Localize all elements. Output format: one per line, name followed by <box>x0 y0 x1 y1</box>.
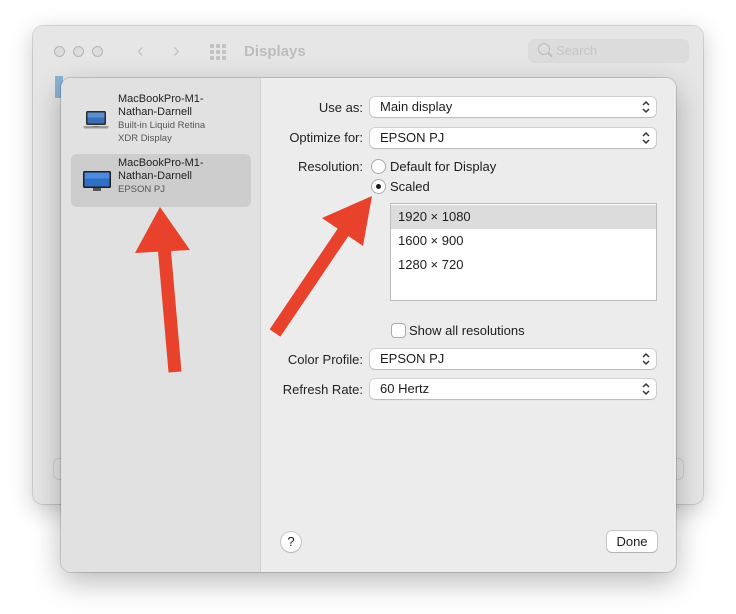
display-item-builtin[interactable]: MacBookPro-M1- Nathan-Darnell Built-in L… <box>71 90 251 145</box>
chevron-updown-icon <box>642 352 650 366</box>
display-settings-panel: Use as: Main display Optimize for: EPSON… <box>261 78 676 572</box>
optimize-for-label: Optimize for: <box>289 130 363 145</box>
display-item-epson[interactable]: MacBookPro-M1- Nathan-Darnell EPSON PJ <box>71 154 251 207</box>
refresh-rate-label: Refresh Rate: <box>282 382 363 397</box>
display-item-epson-text: MacBookPro-M1- Nathan-Darnell EPSON PJ <box>118 157 204 196</box>
display-name-line1: MacBookPro-M1- <box>118 157 204 169</box>
display-type-line2: XDR Display <box>118 133 172 144</box>
color-profile-label: Color Profile: <box>287 352 363 367</box>
search-placeholder: Search <box>556 43 598 58</box>
resolution-scaled-label: Scaled <box>390 179 430 194</box>
back-arrow-icon[interactable]: ‹ <box>137 40 144 63</box>
use-as-value: Main display <box>380 99 453 114</box>
display-settings-sheet: MacBookPro-M1- Nathan-Darnell Built-in L… <box>61 78 676 572</box>
resolution-list: 1920 × 1080 1600 × 900 1280 × 720 <box>391 204 656 300</box>
radio-scaled[interactable] <box>372 180 385 193</box>
chevron-updown-icon <box>642 100 650 114</box>
displays-sidebar: MacBookPro-M1- Nathan-Darnell Built-in L… <box>61 78 261 572</box>
show-all-grid-icon[interactable] <box>210 44 228 60</box>
display-name-line2: Nathan-Darnell <box>118 106 192 118</box>
resolution-option[interactable]: 1920 × 1080 <box>391 205 656 229</box>
window-title: Displays <box>244 43 306 60</box>
done-button[interactable]: Done <box>607 531 657 552</box>
refresh-rate-value: 60 Hertz <box>380 381 430 396</box>
zoom-window-button[interactable] <box>92 46 103 57</box>
use-as-label: Use as: <box>318 100 363 115</box>
color-profile-popup[interactable]: EPSON PJ <box>370 349 656 369</box>
laptop-icon <box>82 110 110 135</box>
help-button[interactable]: ? <box>281 532 301 552</box>
display-item-builtin-text: MacBookPro-M1- Nathan-Darnell Built-in L… <box>118 93 205 145</box>
optimize-for-value: EPSON PJ <box>380 130 445 145</box>
radio-default[interactable] <box>372 160 385 173</box>
background-titlebar: ‹ › Displays Search <box>33 26 703 78</box>
forward-arrow-icon[interactable]: › <box>173 40 180 63</box>
resolution-default-label: Default for Display <box>390 159 497 174</box>
close-window-button[interactable] <box>54 46 65 57</box>
refresh-rate-popup[interactable]: 60 Hertz <box>370 379 656 399</box>
chevron-updown-icon <box>642 382 650 396</box>
display-name-line2: Nathan-Darnell <box>118 170 192 182</box>
search-field[interactable]: Search <box>528 39 689 63</box>
resolution-option[interactable]: 1280 × 720 <box>391 253 656 277</box>
display-name-line1: MacBookPro-M1- <box>118 93 204 105</box>
resolution-label: Resolution: <box>297 159 363 174</box>
show-all-resolutions-checkbox[interactable] <box>392 324 405 337</box>
resolution-option[interactable]: 1600 × 900 <box>391 229 656 253</box>
minimize-window-button[interactable] <box>73 46 84 57</box>
display-type-line1: EPSON PJ <box>118 184 165 195</box>
chevron-updown-icon <box>642 131 650 145</box>
show-all-resolutions-label: Show all resolutions <box>409 323 525 338</box>
display-type-line1: Built-in Liquid Retina <box>118 120 206 131</box>
use-as-popup[interactable]: Main display <box>370 97 656 117</box>
color-profile-value: EPSON PJ <box>380 351 445 366</box>
search-icon <box>538 43 550 55</box>
monitor-icon <box>82 170 112 195</box>
optimize-for-popup[interactable]: EPSON PJ <box>370 128 656 148</box>
